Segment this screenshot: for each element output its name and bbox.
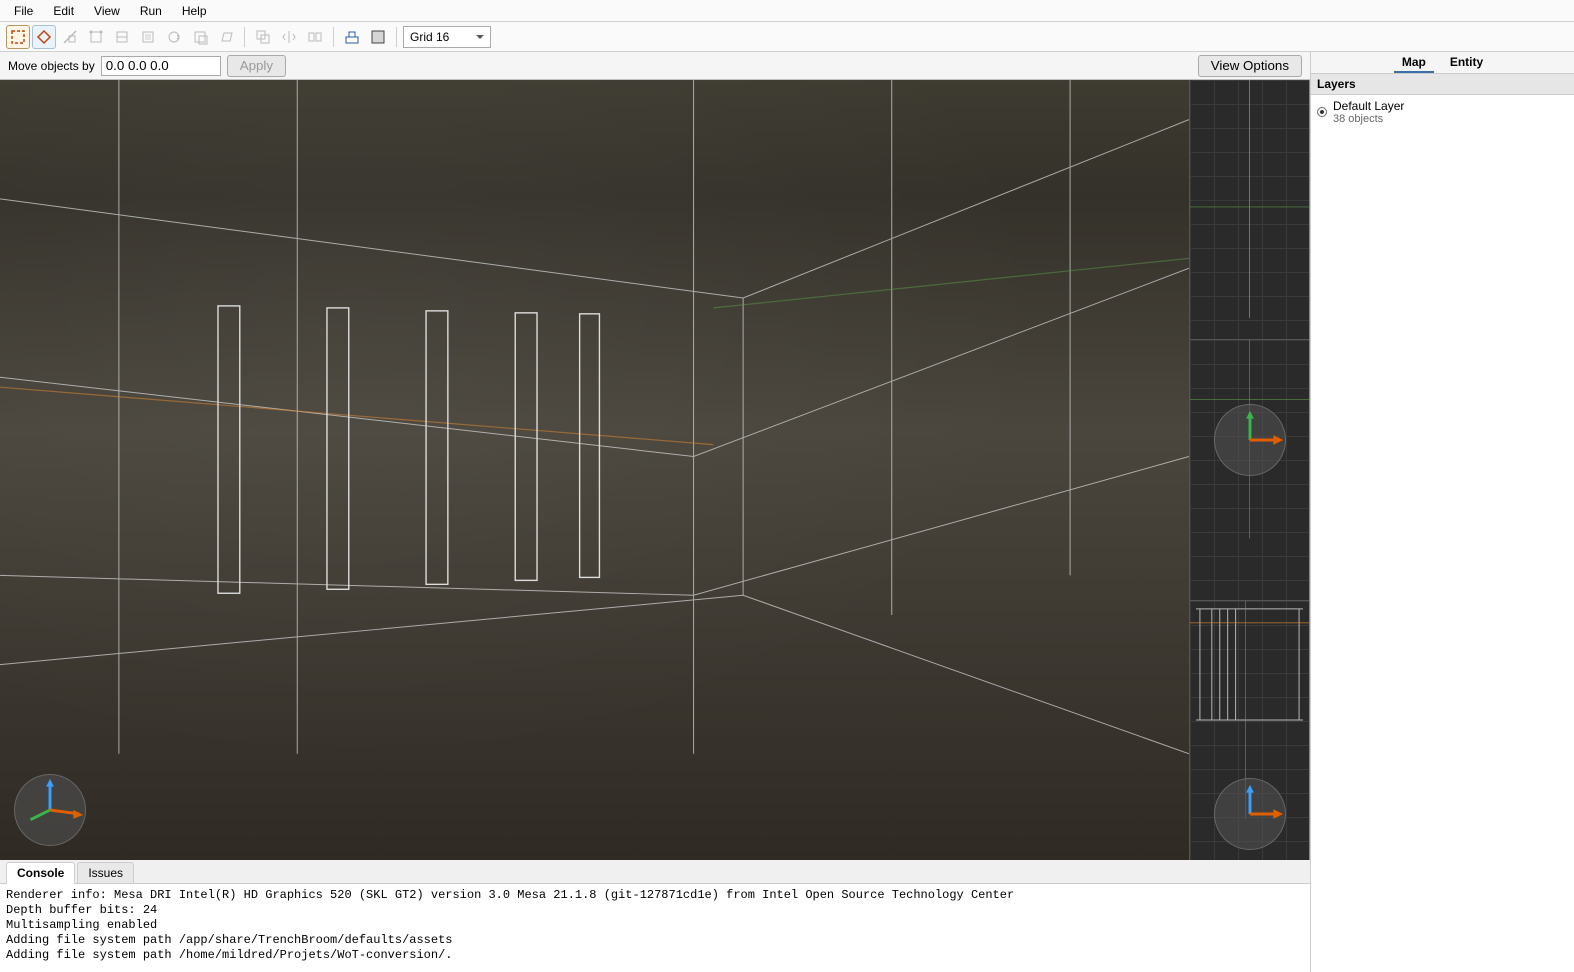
ortho-pane: [1189, 80, 1309, 860]
tool-rotate-button[interactable]: [162, 25, 186, 49]
tool-vertex-button[interactable]: [84, 25, 108, 49]
tool-duplicate-button[interactable]: [251, 25, 275, 49]
tool-brush-button[interactable]: [32, 25, 56, 49]
right-panel-tabs: Map Entity: [1311, 52, 1574, 74]
gizmo-front-icon[interactable]: [1214, 404, 1286, 476]
tool-clip-button[interactable]: [58, 25, 82, 49]
layer-detail: 38 objects: [1333, 113, 1404, 125]
tool-flip-v-button[interactable]: [303, 25, 327, 49]
tool-select-button[interactable]: [6, 25, 30, 49]
menu-view[interactable]: View: [84, 2, 130, 20]
toolbar-separator: [244, 27, 245, 47]
apply-button[interactable]: Apply: [227, 55, 286, 77]
viewports: [0, 80, 1310, 860]
move-label: Move objects by: [8, 59, 95, 73]
tool-scale-button[interactable]: [188, 25, 212, 49]
tool-shear-button[interactable]: [214, 25, 238, 49]
tool-face-button[interactable]: [136, 25, 160, 49]
console-output: Renderer info: Mesa DRI Intel(R) HD Grap…: [0, 884, 1310, 972]
viewport-side[interactable]: [1190, 601, 1309, 860]
menu-file[interactable]: File: [4, 2, 43, 20]
gizmo-side-icon[interactable]: [1214, 778, 1286, 850]
grid-size-select[interactable]: Grid 16: [403, 26, 491, 48]
tab-console[interactable]: Console: [6, 862, 75, 884]
layer-name: Default Layer: [1333, 99, 1404, 113]
uv-lock-button[interactable]: [366, 25, 390, 49]
subtoolbar: Move objects by Apply View Options: [0, 52, 1310, 80]
move-input[interactable]: [101, 56, 221, 76]
viewport-3d[interactable]: [0, 80, 1189, 860]
tab-issues[interactable]: Issues: [77, 862, 134, 883]
menu-help[interactable]: Help: [172, 2, 217, 20]
layer-row[interactable]: Default Layer 38 objects: [1311, 95, 1574, 129]
bottom-tabs: Console Issues: [0, 860, 1310, 884]
editor-column: Move objects by Apply View Options: [0, 52, 1310, 972]
menubar: File Edit View Run Help: [0, 0, 1574, 22]
right-panel: Map Entity Layers Default Layer 38 objec…: [1310, 52, 1574, 972]
viewport-top[interactable]: [1190, 80, 1309, 340]
radio-selected-icon[interactable]: [1317, 107, 1327, 117]
viewport-front[interactable]: [1190, 340, 1309, 600]
tool-edge-button[interactable]: [110, 25, 134, 49]
tool-flip-h-button[interactable]: [277, 25, 301, 49]
toolbar-separator: [396, 27, 397, 47]
menu-run[interactable]: Run: [130, 2, 172, 20]
workspace: Move objects by Apply View Options: [0, 52, 1574, 972]
tab-map[interactable]: Map: [1394, 53, 1434, 73]
texture-lock-button[interactable]: [340, 25, 364, 49]
tab-entity[interactable]: Entity: [1442, 53, 1491, 73]
view-options-button[interactable]: View Options: [1198, 55, 1302, 77]
toolbar-separator: [333, 27, 334, 47]
gizmo-3d-icon[interactable]: [14, 774, 86, 846]
layers-header: Layers: [1311, 74, 1574, 95]
toolbar: Grid 16: [0, 22, 1574, 52]
menu-edit[interactable]: Edit: [43, 2, 84, 20]
grid-size-label: Grid 16: [410, 30, 449, 44]
